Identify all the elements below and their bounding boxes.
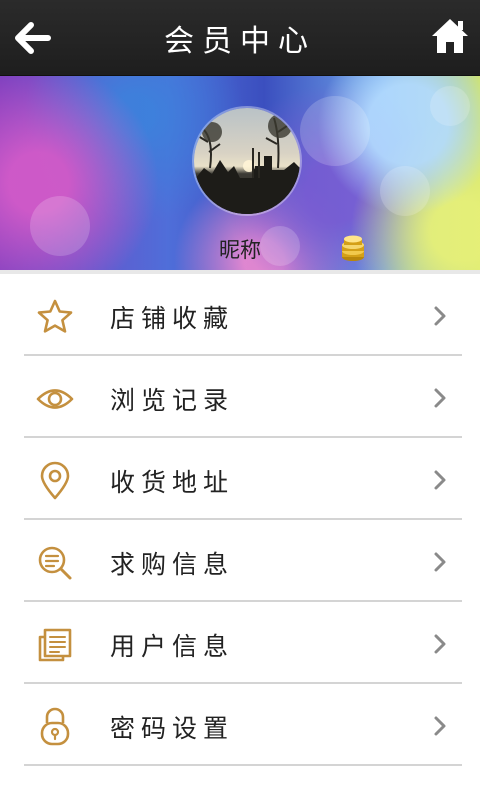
bokeh-light <box>430 86 470 126</box>
location-pin-icon <box>34 460 76 502</box>
menu-item-password-settings[interactable]: 密码设置 <box>0 684 480 766</box>
divider <box>24 764 462 766</box>
home-icon <box>432 19 468 53</box>
bokeh-light <box>380 166 430 216</box>
menu-item-purchase-requests[interactable]: 求购信息 <box>0 520 480 602</box>
menu-item-label: 浏览记录 <box>110 386 235 415</box>
menu-item-label: 密码设置 <box>110 714 235 743</box>
chevron-right-icon <box>434 470 446 490</box>
menu-item-browse-history[interactable]: 浏览记录 <box>0 356 480 438</box>
eye-icon <box>34 378 76 420</box>
page-title: 会员中心 <box>164 24 316 59</box>
menu-item-label: 用户信息 <box>110 632 235 661</box>
menu-item-user-info[interactable]: 用户信息 <box>0 602 480 684</box>
chevron-right-icon <box>434 306 446 326</box>
home-button[interactable] <box>428 14 472 58</box>
chevron-right-icon <box>434 634 446 654</box>
profile-banner: 昵称 <box>0 76 480 270</box>
member-center-screen: 会员中心 昵称 店铺收藏 浏览记录 收货地址 求购信息 用户信息 密码设置 <box>0 0 480 800</box>
search-list-icon <box>34 542 76 584</box>
top-bar: 会员中心 <box>0 0 480 76</box>
bokeh-light <box>30 196 90 256</box>
avatar[interactable] <box>194 108 300 214</box>
menu-item-shipping-address[interactable]: 收货地址 <box>0 438 480 520</box>
gold-coins-icon <box>342 235 364 261</box>
menu-item-label: 店铺收藏 <box>110 304 235 333</box>
menu-item-label: 收货地址 <box>110 468 235 497</box>
menu-list: 店铺收藏 浏览记录 收货地址 求购信息 用户信息 密码设置 <box>0 274 480 766</box>
chevron-right-icon <box>434 552 446 572</box>
star-icon <box>34 296 76 338</box>
avatar-photo <box>194 114 300 214</box>
nickname[interactable]: 昵称 <box>200 236 280 264</box>
chevron-right-icon <box>434 716 446 736</box>
document-icon <box>34 624 76 666</box>
menu-item-label: 求购信息 <box>110 550 235 579</box>
lock-icon <box>34 706 76 748</box>
chevron-right-icon <box>434 388 446 408</box>
menu-item-favorite-shops[interactable]: 店铺收藏 <box>0 274 480 356</box>
bokeh-light <box>300 96 370 166</box>
